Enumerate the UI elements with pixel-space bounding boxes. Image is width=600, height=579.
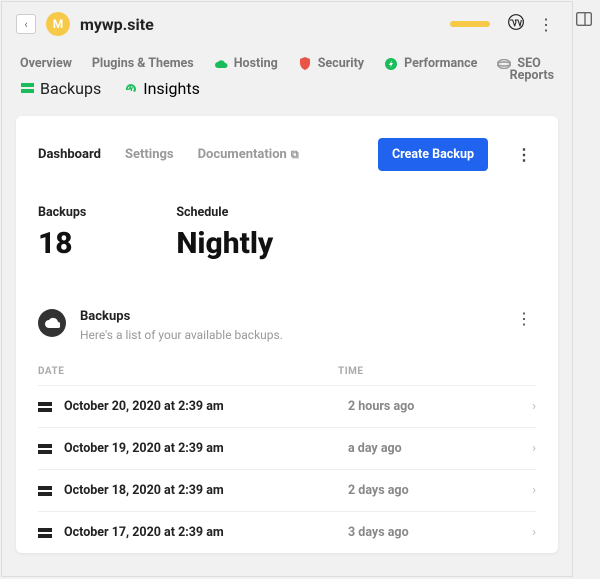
bolt-icon — [384, 57, 398, 71]
card-more-menu[interactable]: ⋮ — [512, 145, 536, 164]
create-backup-button[interactable]: Create Backup — [378, 138, 488, 171]
nav-label: Plugins & Themes — [92, 56, 194, 71]
backups-icon — [20, 82, 34, 96]
nav-performance[interactable]: Performance — [384, 56, 477, 71]
status-indicator — [450, 21, 490, 27]
backup-time: 3 days ago — [348, 525, 532, 540]
backup-row[interactable]: October 19, 2020 at 2:39 ama day ago› — [38, 427, 536, 469]
backup-row[interactable]: October 17, 2020 at 2:39 am3 days ago› — [38, 511, 536, 553]
backup-date: October 19, 2020 at 2:39 am — [64, 441, 348, 456]
list-subtitle: Here's a list of your available backups. — [80, 328, 498, 342]
chevron-right-icon: › — [532, 525, 536, 540]
tab-documentation[interactable]: Documentation ⧉ — [198, 147, 299, 162]
site-avatar: M — [46, 12, 70, 36]
nav-insights[interactable]: Insights — [123, 79, 200, 98]
nav-label: Hosting — [234, 56, 278, 71]
chevron-right-icon: › — [532, 483, 536, 498]
backup-row[interactable]: October 18, 2020 at 2:39 am2 days ago› — [38, 469, 536, 511]
panel-toggle-icon[interactable] — [576, 11, 592, 30]
backup-time: 2 days ago — [348, 483, 532, 498]
storage-icon — [38, 402, 52, 412]
nav-overview[interactable]: Overview — [20, 56, 72, 71]
backup-date: October 20, 2020 at 2:39 am — [64, 399, 348, 414]
stat-label: Backups — [38, 205, 86, 220]
shield-icon — [298, 57, 312, 71]
nav-label: Overview — [20, 56, 72, 71]
tab-settings[interactable]: Settings — [125, 147, 174, 162]
cloud-badge-icon — [38, 309, 66, 337]
col-header-date: DATE — [38, 366, 338, 377]
nav-label: Backups — [40, 79, 101, 98]
stat-schedule: Schedule Nightly — [176, 205, 273, 261]
nav-plugins-themes[interactable]: Plugins & Themes — [92, 56, 194, 71]
backup-date: October 18, 2020 at 2:39 am — [64, 483, 348, 498]
nav-security[interactable]: Security — [298, 56, 364, 71]
wordpress-icon[interactable] — [508, 14, 524, 34]
backup-date: October 17, 2020 at 2:39 am — [64, 525, 348, 540]
backup-time: a day ago — [348, 441, 532, 456]
list-more-menu[interactable]: ⋮ — [512, 309, 536, 328]
site-name: mywp.site — [80, 15, 440, 34]
storage-icon — [38, 486, 52, 496]
tab-label: Documentation — [198, 147, 287, 162]
list-title: Backups — [80, 309, 498, 324]
stat-value: 18 — [38, 226, 86, 261]
nav-hosting[interactable]: Hosting — [214, 56, 278, 71]
backup-row[interactable]: October 20, 2020 at 2:39 am2 hours ago› — [38, 385, 536, 427]
backup-time: 2 hours ago — [348, 399, 532, 414]
storage-icon — [38, 528, 52, 538]
col-header-time: TIME — [338, 366, 364, 377]
nav-backups[interactable]: Backups — [20, 79, 101, 98]
stat-label: Schedule — [176, 205, 273, 220]
nav-label: Insights — [143, 79, 200, 98]
tab-dashboard[interactable]: Dashboard — [38, 147, 101, 162]
nav-reports[interactable]: Reports — [510, 68, 554, 83]
back-button[interactable]: ‹ — [16, 14, 36, 34]
stat-value: Nightly — [176, 226, 273, 261]
nav-label: Performance — [404, 56, 477, 71]
storage-icon — [38, 444, 52, 454]
stat-backups: Backups 18 — [38, 205, 86, 261]
chevron-right-icon: › — [532, 399, 536, 414]
chevron-right-icon: › — [532, 441, 536, 456]
header-more-menu[interactable]: ⋮ — [534, 15, 558, 34]
insights-icon — [123, 82, 137, 96]
nav-label: Security — [318, 56, 364, 71]
cloud-icon — [214, 57, 228, 71]
external-link-icon: ⧉ — [291, 148, 299, 161]
